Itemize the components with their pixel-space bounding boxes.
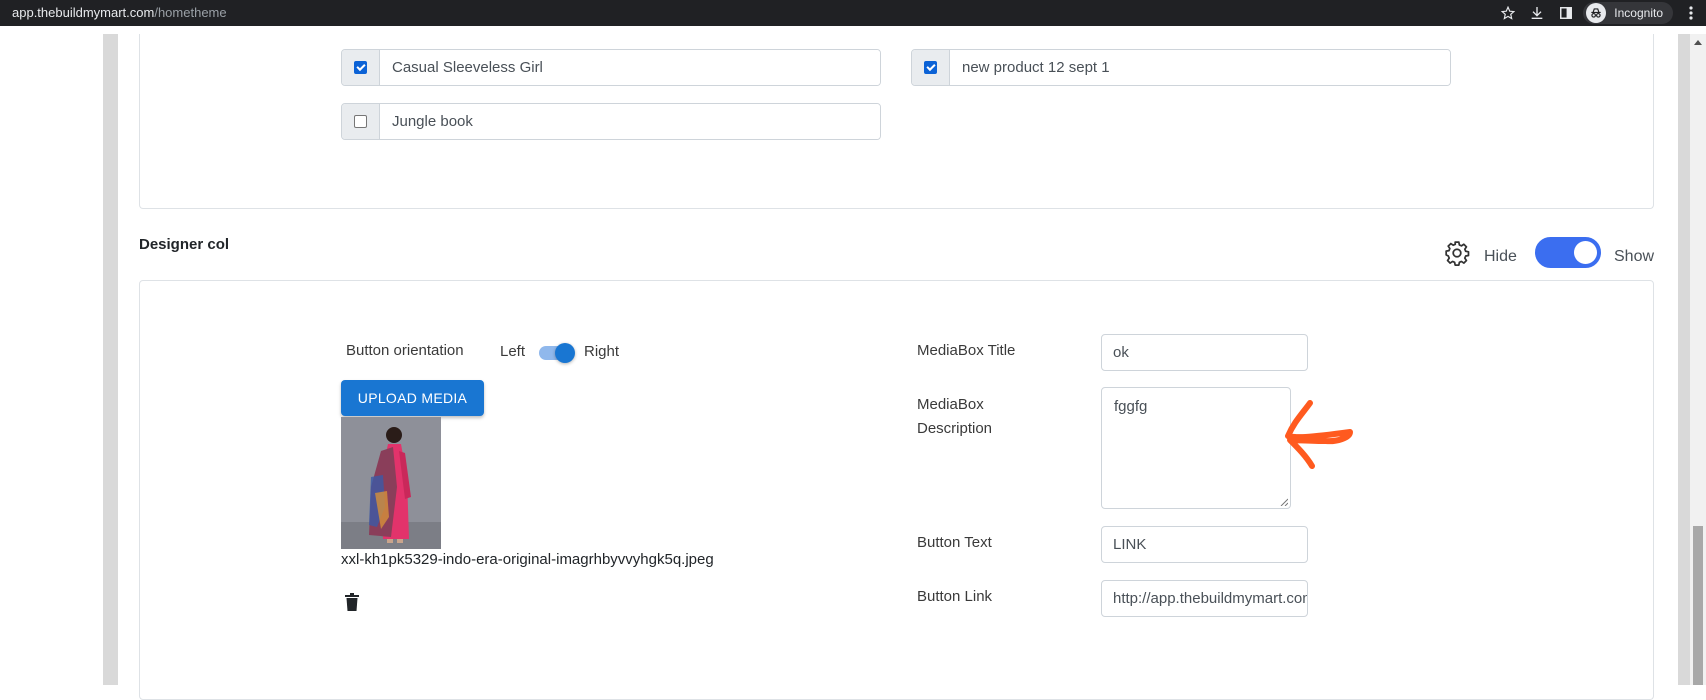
browser-menu-icon[interactable]	[1680, 3, 1702, 23]
side-panel-icon[interactable]	[1555, 3, 1577, 23]
product-option[interactable]: new product 12 sept 1	[911, 49, 1451, 86]
mediabox-title-input[interactable]: ok	[1101, 334, 1308, 371]
incognito-icon	[1586, 3, 1607, 23]
mediabox-title-label: MediaBox Title	[917, 342, 1016, 359]
button-orientation-label: Button orientation	[346, 342, 464, 359]
orientation-left-label: Left	[500, 343, 526, 360]
product-label: Jungle book	[380, 104, 880, 139]
button-link-label: Button Link	[917, 588, 993, 605]
button-link-input[interactable]: http://app.thebuildmymart.com	[1101, 580, 1308, 617]
upload-media-button[interactable]: UPLOAD MEDIA	[341, 380, 484, 416]
browser-toolbar: app.thebuildmymart.com/hometheme Incogni…	[0, 0, 1706, 26]
section-title: Designer col	[139, 236, 230, 253]
show-label: Show	[1614, 248, 1655, 265]
mediabox-description-textarea[interactable]: fggfg	[1101, 387, 1291, 509]
mediabox-description-label-line1: MediaBox	[917, 396, 984, 413]
product-checkbox[interactable]	[924, 61, 937, 74]
mediabox-description-label-line2: Description	[917, 420, 993, 437]
url-path: /hometheme	[154, 5, 227, 20]
scroll-up-arrow-icon[interactable]	[1694, 40, 1702, 45]
incognito-badge[interactable]: Incognito	[1583, 2, 1673, 24]
settings-gear-icon[interactable]	[1444, 240, 1470, 271]
product-label: Casual Sleeveless Girl	[380, 50, 880, 85]
hide-label: Hide	[1484, 248, 1517, 265]
button-text-label: Button Text	[917, 534, 992, 551]
product-checkbox[interactable]	[354, 61, 367, 74]
button-text-input[interactable]: LINK	[1101, 526, 1308, 563]
download-icon[interactable]	[1526, 3, 1548, 23]
annotation-arrow-icon	[1285, 400, 1353, 469]
bookmark-star-icon[interactable]	[1497, 3, 1519, 23]
media-file-name: xxl-kh1pk5329-indo-era-original-imagrhby…	[341, 551, 714, 568]
resize-handle-icon[interactable]	[1280, 498, 1288, 506]
url-host: app.thebuildmymart.com	[12, 5, 155, 20]
page-scrollbar[interactable]	[1690, 34, 1706, 685]
button-orientation-switch[interactable]	[537, 343, 577, 363]
product-label: new product 12 sept 1	[950, 50, 1450, 85]
incognito-label: Incognito	[1614, 6, 1663, 20]
product-option[interactable]: Casual Sleeveless Girl	[341, 49, 881, 86]
product-option[interactable]: Jungle book	[341, 103, 881, 140]
orientation-right-label: Right	[584, 343, 620, 360]
scroll-thumb[interactable]	[1693, 526, 1703, 685]
delete-trash-icon[interactable]	[345, 593, 359, 616]
visibility-toggle[interactable]	[1535, 237, 1601, 268]
right-gutter	[1678, 34, 1690, 685]
product-checkbox[interactable]	[354, 115, 367, 128]
address-bar[interactable]: app.thebuildmymart.com/hometheme	[12, 5, 227, 20]
media-thumbnail	[341, 417, 441, 549]
left-gutter	[103, 34, 118, 685]
mediabox-description-value: fggfg	[1114, 398, 1148, 415]
